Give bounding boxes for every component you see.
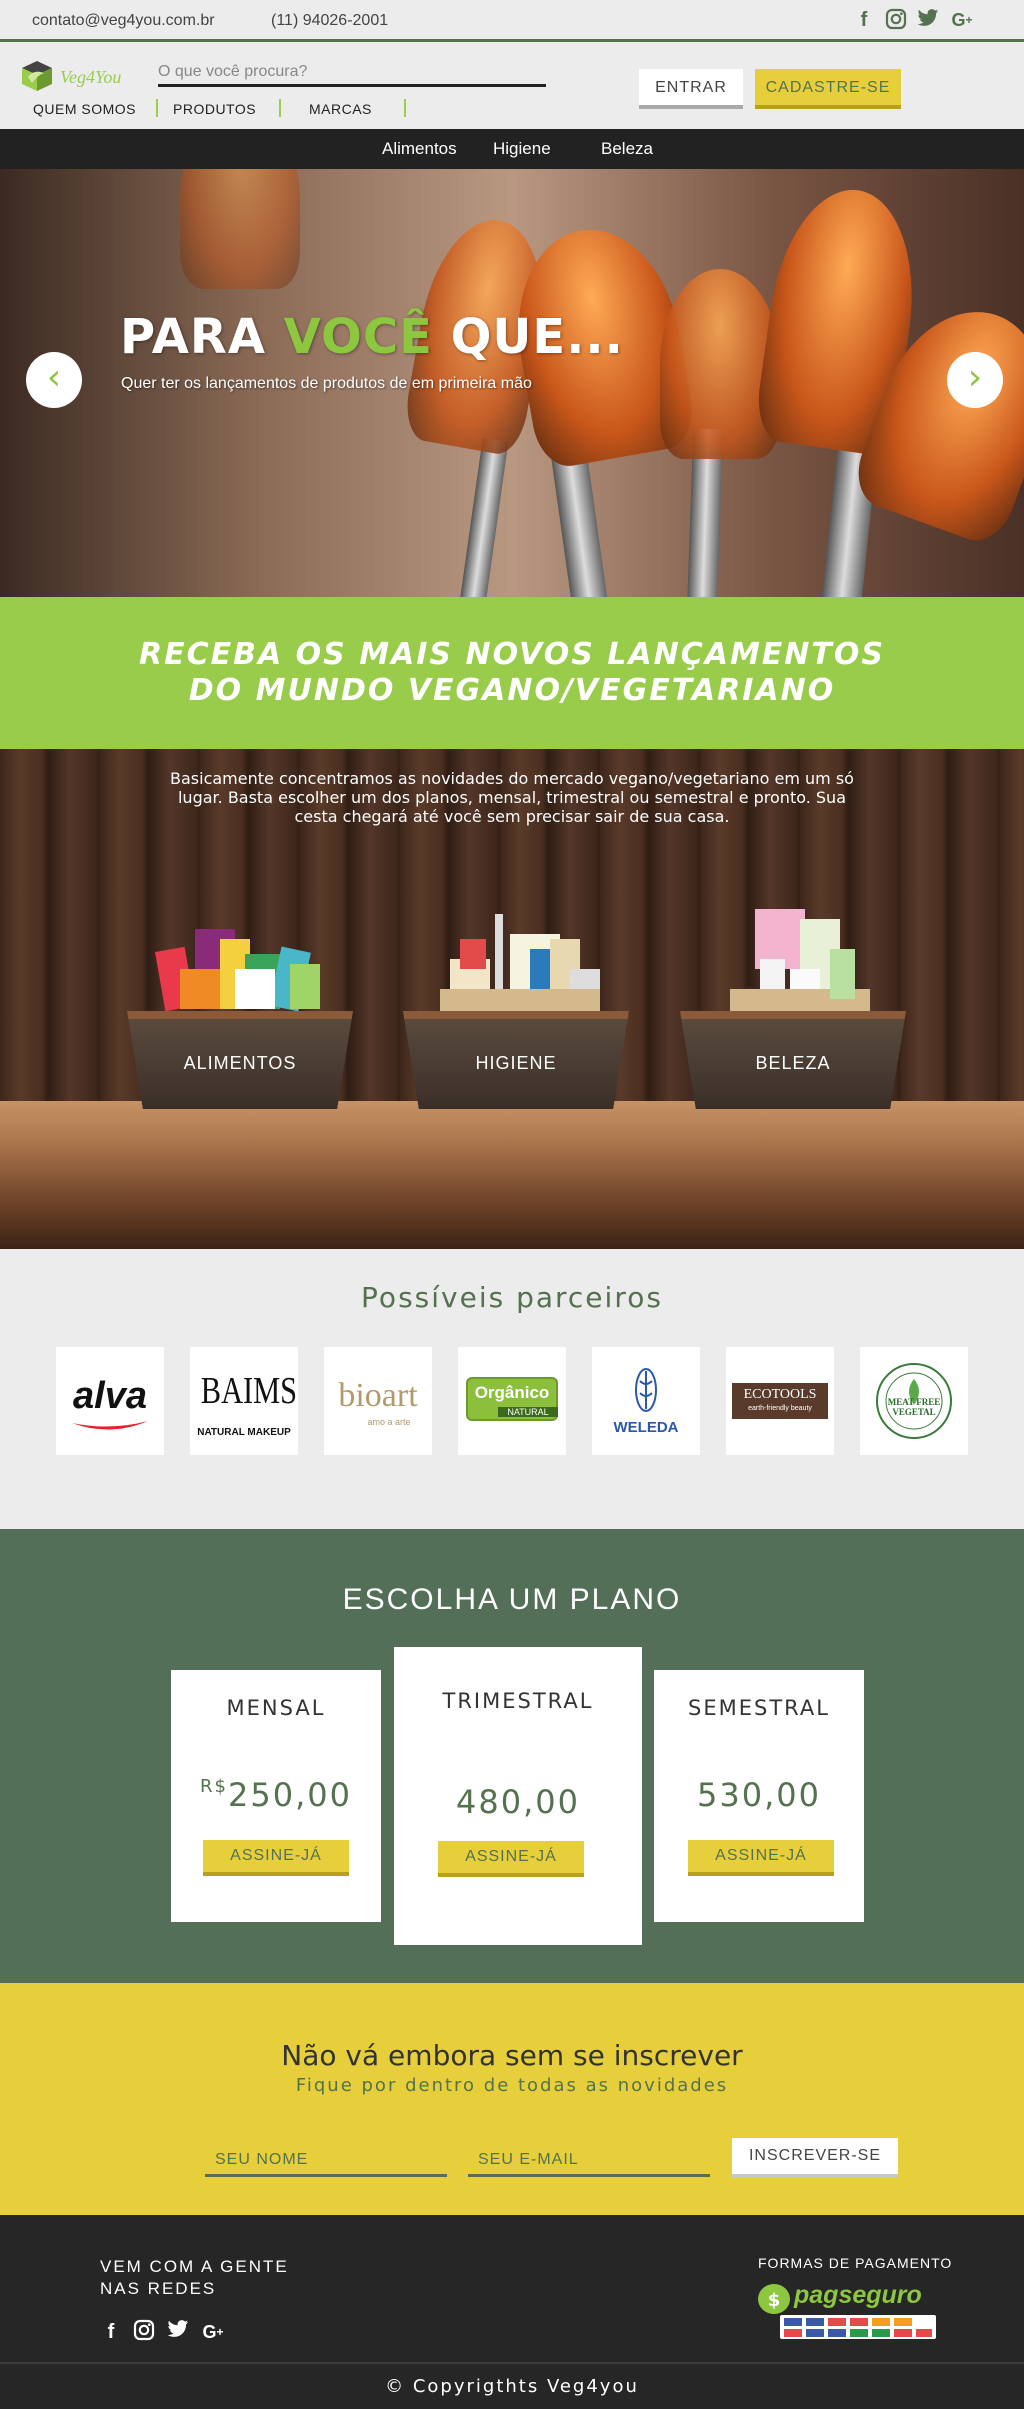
partner-logo-ecotools[interactable]: ECOTOOLS earth-friendly beauty xyxy=(726,1347,834,1455)
subscribe-plan-button[interactable]: ASSINE-JÁ xyxy=(438,1841,584,1877)
svg-text:$: $ xyxy=(768,2290,781,2311)
signup-button[interactable]: CADASTRE-SE xyxy=(755,69,901,109)
contact-email[interactable]: contato@veg4you.com.br xyxy=(32,12,215,30)
plan-price: 530,00 xyxy=(697,1776,821,1814)
twitter-icon[interactable] xyxy=(916,8,940,32)
search-input[interactable]: O que você procura? xyxy=(158,59,546,87)
promo-banner-line1: RECEBA OS MAIS NOVOS LANÇAMENTOS xyxy=(139,637,885,672)
plan-name: SEMESTRAL xyxy=(688,1696,830,1720)
plans-title: ESCOLHA UM PLANO xyxy=(342,1583,682,1616)
footer-divider xyxy=(0,2362,1024,2364)
newsletter-subscribe-button[interactable]: INSCREVER-SE xyxy=(732,2138,898,2178)
chevron-left-icon: ‹ xyxy=(46,357,62,398)
nav-produtos[interactable]: PRODUTOS xyxy=(173,101,256,117)
top-bar: contato@veg4you.com.br (11) 94026-2001 f… xyxy=(0,0,1024,42)
newsletter-subtitle: Fique por dentro de todas as novidades xyxy=(295,2075,729,2096)
footer-social-title-2: NAS REDES xyxy=(100,2279,217,2298)
plan-price: 480,00 xyxy=(456,1783,580,1821)
plan-name: TRIMESTRAL xyxy=(442,1689,594,1713)
email-field[interactable]: SEU E-MAIL xyxy=(468,2145,710,2177)
logo-text[interactable]: Veg4You xyxy=(60,67,121,88)
beauty-basket-image xyxy=(690,909,890,1019)
partners-title: Possíveis parceiros xyxy=(361,1281,663,1314)
partners-section: Possíveis parceiros alva BAIMS NATURAL M… xyxy=(0,1249,1024,1529)
twitter-icon[interactable] xyxy=(165,2319,191,2345)
category-nav: Alimentos Higiene Beleza xyxy=(0,129,1024,169)
nav-separator xyxy=(156,99,158,117)
plan-price: R$250,00 xyxy=(200,1776,352,1814)
pagseguro-logo: $ pagseguro xyxy=(756,2279,940,2341)
plan-name: MENSAL xyxy=(226,1696,326,1720)
intro-text: Basicamente concentramos as novidades do… xyxy=(170,769,854,826)
payments-title: FORMAS DE PAGAMENTO xyxy=(758,2255,953,2271)
instagram-icon[interactable] xyxy=(131,2319,157,2345)
logo-icon[interactable] xyxy=(20,59,54,93)
login-button[interactable]: ENTRAR xyxy=(639,69,743,109)
contact-phone[interactable]: (11) 94026-2001 xyxy=(271,12,388,30)
chevron-right-icon: › xyxy=(967,357,983,398)
subscribe-plan-button[interactable]: ASSINE-JÁ xyxy=(688,1840,834,1876)
subscribe-plan-button[interactable]: ASSINE-JÁ xyxy=(203,1840,349,1876)
categories-showcase: Basicamente concentramos as novidades do… xyxy=(0,749,1024,1249)
box-label-higiene[interactable]: HIGIENE xyxy=(403,1053,629,1074)
promo-banner-line2: DO MUNDO VEGANO/VEGETARIANO xyxy=(188,673,836,708)
facebook-icon[interactable]: f xyxy=(852,8,876,32)
category-higiene[interactable]: Higiene xyxy=(493,139,551,159)
partner-logo-baims[interactable]: BAIMS NATURAL MAKEUP xyxy=(190,1347,298,1455)
plan-card-semestral[interactable]: SEMESTRAL 530,00 ASSINE-JÁ xyxy=(654,1670,864,1922)
food-basket-image xyxy=(140,909,340,1019)
instagram-icon[interactable] xyxy=(884,8,908,32)
header: Veg4You O que você procura? QUEM SOMOS P… xyxy=(0,45,1024,129)
category-alimentos[interactable]: Alimentos xyxy=(382,139,457,159)
hygiene-basket-image xyxy=(420,909,620,1019)
partner-logo-bioart[interactable]: bioart amo a arte xyxy=(324,1347,432,1455)
partner-logo-organico[interactable]: Orgânico NATURAL xyxy=(458,1347,566,1455)
category-beleza[interactable]: Beleza xyxy=(601,139,653,159)
partner-logo-weleda[interactable]: WELEDA xyxy=(592,1347,700,1455)
partner-logo-alva[interactable]: alva xyxy=(56,1347,164,1455)
newsletter-title: Não vá embora sem se inscrever xyxy=(281,2039,743,2072)
plans-section: ESCOLHA UM PLANO MENSAL R$250,00 ASSINE-… xyxy=(0,1529,1024,1983)
hero-title: PARA VOCÊ QUE... xyxy=(120,309,624,365)
nav-marcas[interactable]: MARCAS xyxy=(309,101,372,117)
nav-quem-somos[interactable]: QUEM SOMOS xyxy=(33,101,136,117)
google-plus-icon[interactable]: G+ xyxy=(200,2319,226,2345)
nav-separator xyxy=(404,99,406,117)
footer: VEM COM A GENTE NAS REDES f G+ FORMAS DE… xyxy=(0,2215,1024,2409)
plan-card-trimestral[interactable]: TRIMESTRAL 480,00 ASSINE-JÁ xyxy=(394,1647,642,1945)
carousel-prev-button[interactable]: ‹ xyxy=(26,352,82,408)
promo-banner: RECEBA OS MAIS NOVOS LANÇAMENTOS DO MUND… xyxy=(0,597,1024,749)
nav-separator xyxy=(279,99,281,117)
partner-logo-meat-free[interactable]: MEAT FREE VEGETAL xyxy=(860,1347,968,1455)
footer-social-title-1: VEM COM A GENTE xyxy=(100,2257,289,2276)
box-label-alimentos[interactable]: ALIMENTOS xyxy=(127,1053,353,1074)
google-plus-icon[interactable]: G+ xyxy=(950,8,974,32)
hero-carousel: PARA VOCÊ QUE... Quer ter os lançamentos… xyxy=(0,169,1024,597)
hero-subtitle: Quer ter os lançamentos de produtos de e… xyxy=(121,375,532,392)
wood-shelf xyxy=(0,1101,1024,1249)
name-field[interactable]: SEU NOME xyxy=(205,2145,447,2177)
box-label-beleza[interactable]: BELEZA xyxy=(680,1053,906,1074)
newsletter-section: Não vá embora sem se inscrever Fique por… xyxy=(0,1983,1024,2215)
plan-card-mensal[interactable]: MENSAL R$250,00 ASSINE-JÁ xyxy=(171,1670,381,1922)
copyright: © Copyrigthts Veg4you xyxy=(385,2376,639,2397)
facebook-icon[interactable]: f xyxy=(98,2319,124,2345)
carousel-next-button[interactable]: › xyxy=(947,352,1003,408)
